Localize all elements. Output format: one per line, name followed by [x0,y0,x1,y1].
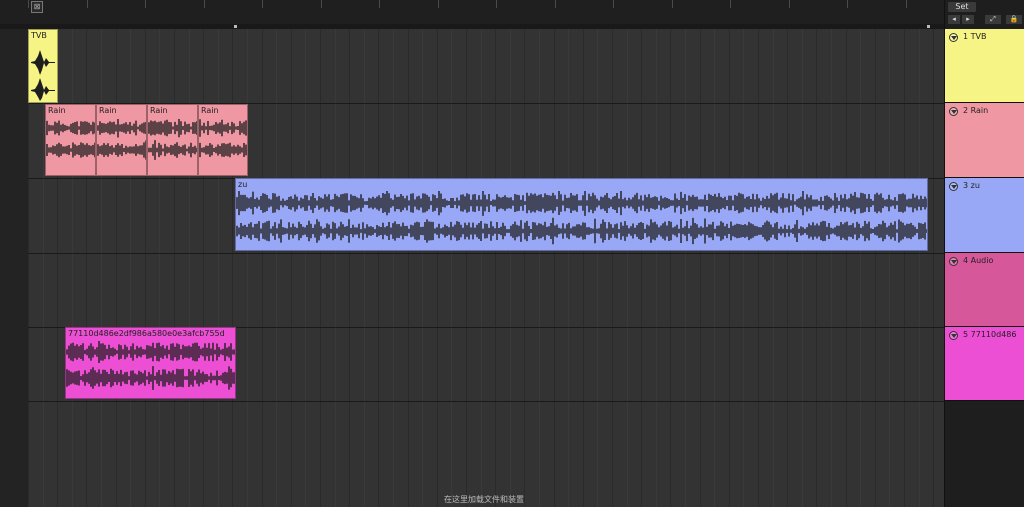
expand-icon[interactable]: ⤢ [985,15,1001,24]
clip-title: Rain [201,106,219,115]
clip-title: 77110d486e2df986a580e0e3afcb755d [68,329,225,338]
track-name: 2 Rain [963,106,989,115]
clip-title: Rain [150,106,168,115]
set-button[interactable]: Set [948,2,976,12]
track-header-audio[interactable]: 4 Audio [945,253,1024,327]
waveform-icon [46,120,95,158]
fold-track-icon[interactable] [949,331,958,340]
ruler-tick [145,0,146,8]
left-edge-gutter [0,29,28,507]
ruler-tick [28,0,29,8]
track-header-77110d486[interactable]: 5 77110d486 [945,327,1024,401]
fold-track-icon[interactable] [949,33,958,42]
waveform-icon [199,119,247,158]
track-header-rain[interactable]: 2 Rain [945,103,1024,178]
ruler-tick [730,0,731,8]
track-header-zu[interactable]: 3 zu [945,178,1024,253]
waveform-icon [148,119,197,160]
track-lane-1[interactable] [28,29,944,104]
arrow-right-icon[interactable]: ▸ [962,15,974,24]
ruler-tick [789,0,790,8]
loop-start-marker[interactable] [234,25,237,28]
clip-title: Rain [48,106,66,115]
ruler-tick [496,0,497,8]
audio-clip-tvb[interactable]: TVB [28,29,58,103]
clip-title: TVB [31,31,47,40]
lock-icon[interactable]: 🔒 [1006,15,1022,24]
ruler-tick [379,0,380,8]
track-name: 1 TVB [963,32,987,41]
track-header-panel: Set ◂ ▸ ⤢ 🔒 1 TVB 2 Rain 3 zu 4 Audio 5 … [944,0,1024,507]
ruler-tick [87,0,88,8]
waveform-icon [66,341,235,390]
ruler-tick [204,0,205,8]
audio-clip-zu[interactable]: zu [235,178,928,251]
ruler-tick [906,0,907,8]
ruler-tick [672,0,673,8]
fold-track-icon[interactable] [949,182,958,191]
waveform-icon [236,191,927,245]
track-lane-4[interactable] [28,253,944,328]
audio-clip-rain-3[interactable]: Rain [147,104,198,176]
track-name: 3 zu [963,181,980,190]
arrow-left-icon[interactable]: ◂ [948,15,960,24]
loop-end-marker[interactable] [927,25,930,28]
audio-clip-rain-1[interactable]: Rain [45,104,96,176]
audio-clip-rain-2[interactable]: Rain [96,104,147,176]
fold-track-icon[interactable] [949,107,958,116]
waveform-icon [31,50,55,101]
ruler-tick [321,0,322,8]
waveform-icon [97,119,146,160]
ruler-tick [438,0,439,8]
ruler-tick [262,0,263,8]
arrangement-view[interactable]: TVB Rain Rain Rain Rain zu 77110d486e2df… [28,29,944,507]
fold-track-icon[interactable] [949,257,958,266]
ruler-corner-icon[interactable]: ⊠ [31,1,43,13]
ruler-tick [613,0,614,8]
audio-clip-77110d486[interactable]: 77110d486e2df986a580e0e3afcb755d [65,327,236,399]
ruler-tick [847,0,848,8]
track-name: 5 77110d486 [963,330,1017,339]
clip-title: zu [238,180,248,189]
track-header-tvb[interactable]: 1 TVB [945,29,1024,103]
timeline-ruler[interactable]: ⊠ [0,0,944,25]
track-name: 4 Audio [963,256,994,265]
ruler-tick [555,0,556,8]
clip-title: Rain [99,106,117,115]
audio-clip-rain-4[interactable]: Rain [198,104,248,176]
drop-files-hint: 在这里加载文件和装置 [444,495,524,504]
